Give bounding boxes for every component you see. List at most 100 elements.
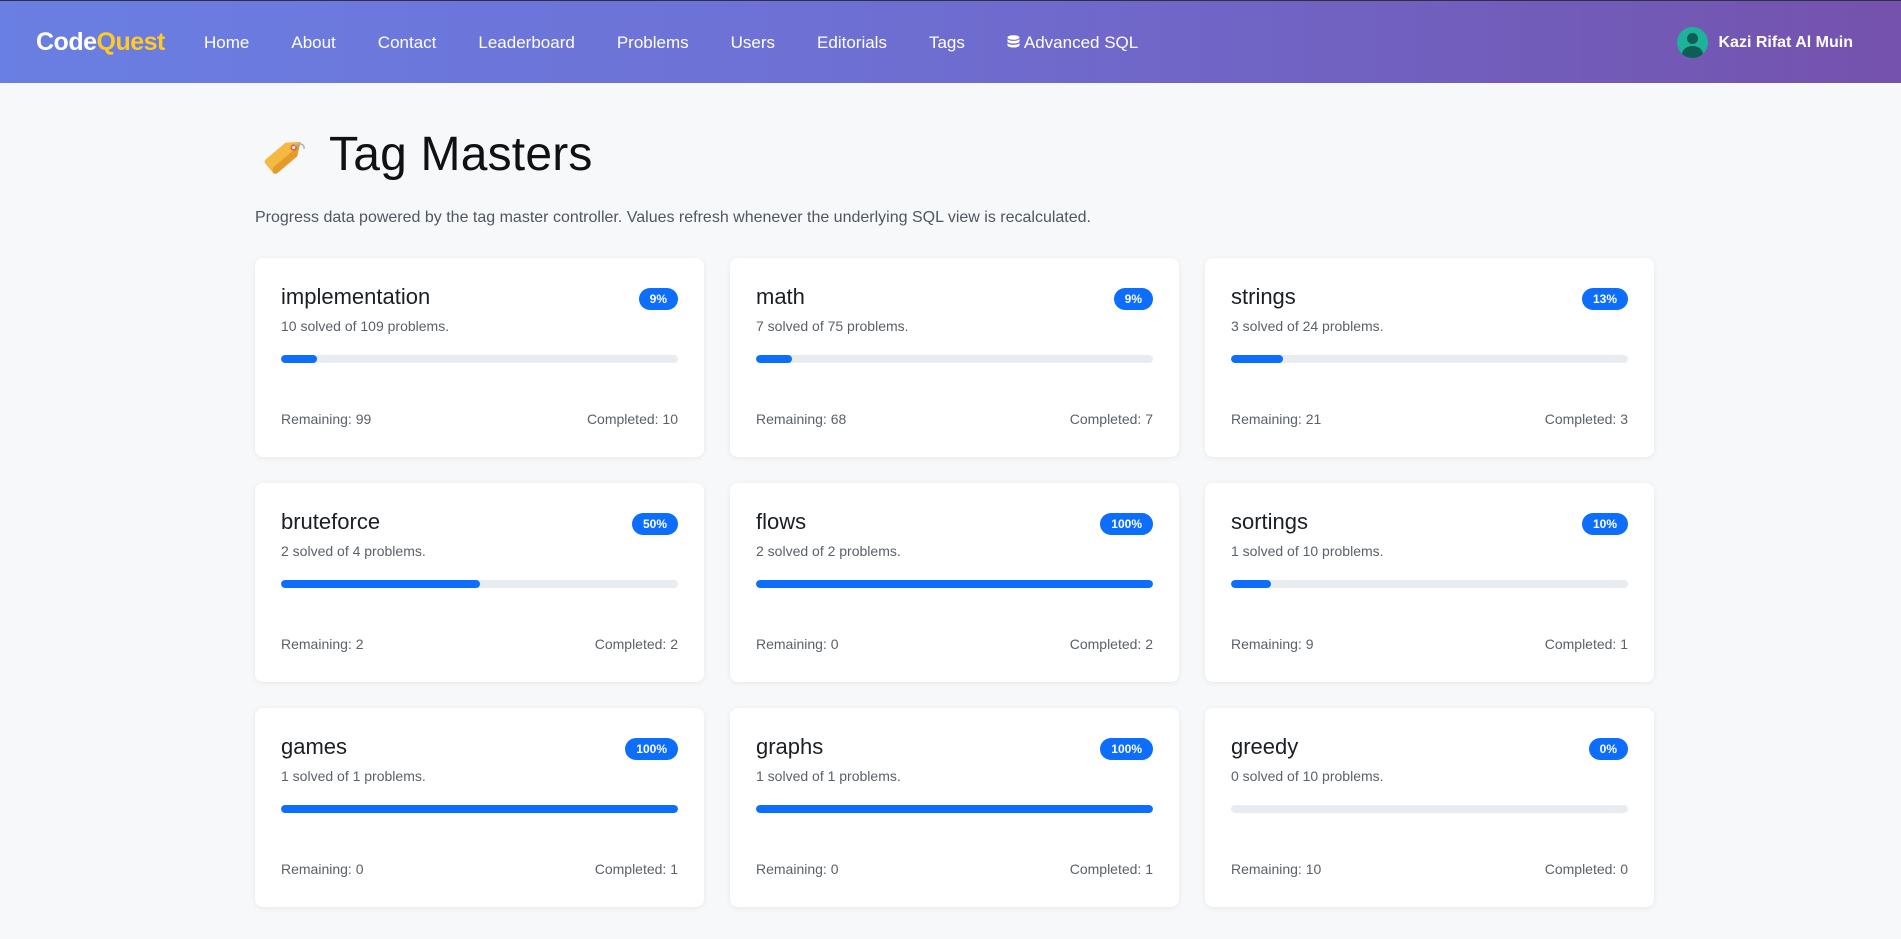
- completed-stat: Completed: 1: [1070, 861, 1153, 877]
- percent-badge: 100%: [625, 738, 678, 760]
- percent-badge: 10%: [1581, 513, 1628, 535]
- progress-fill: [281, 805, 678, 813]
- progress-bar: [281, 580, 678, 588]
- user-avatar-icon: [1677, 27, 1709, 58]
- completed-stat: Completed: 0: [1545, 861, 1628, 877]
- remaining-stat: Remaining: 0: [281, 861, 364, 877]
- remaining-label: Remaining:: [1231, 411, 1306, 427]
- remaining-label: Remaining:: [281, 861, 356, 877]
- remaining-label: Remaining:: [756, 411, 831, 427]
- nav-tags[interactable]: Tags: [929, 33, 965, 53]
- tag-name: math: [756, 284, 805, 309]
- brand-part-1: Code: [36, 28, 97, 56]
- remaining-label: Remaining:: [756, 861, 831, 877]
- brand-part-2: Quest: [96, 28, 166, 56]
- completed-stat: Completed: 2: [1070, 636, 1153, 652]
- tag-name: greedy: [1231, 734, 1299, 759]
- progress-fill: [1231, 580, 1271, 588]
- database-icon: [1007, 35, 1020, 48]
- remaining-label: Remaining:: [1231, 636, 1306, 652]
- completed-value: 1: [1620, 636, 1628, 652]
- solved-summary: 2 solved of 4 problems.: [281, 543, 426, 559]
- tag-card-games[interactable]: games 100% 1 solved of 1 problems. Remai…: [255, 708, 704, 907]
- remaining-value: 2: [355, 636, 364, 652]
- completed-value: 0: [1620, 861, 1628, 877]
- solved-summary: 10 solved of 109 problems.: [281, 318, 450, 334]
- progress-bar: [1231, 355, 1628, 363]
- completed-stat: Completed: 10: [587, 411, 678, 427]
- completed-value: 2: [1145, 636, 1153, 652]
- tag-card-sortings[interactable]: sortings 10% 1 solved of 10 problems. Re…: [1205, 483, 1654, 682]
- nav-users[interactable]: Users: [731, 33, 775, 53]
- progress-bar: [281, 355, 678, 363]
- tag-card-flows[interactable]: flows 100% 2 solved of 2 problems. Remai…: [730, 483, 1179, 682]
- nav-editorials[interactable]: Editorials: [817, 33, 887, 53]
- remaining-stat: Remaining: 21: [1231, 411, 1321, 427]
- progress-fill: [756, 580, 1153, 588]
- tag-card-implementation[interactable]: implementation 9% 10 solved of 109 probl…: [255, 258, 704, 457]
- tag-name: strings: [1231, 284, 1296, 309]
- tag-card-strings[interactable]: strings 13% 3 solved of 24 problems. Rem…: [1205, 258, 1654, 457]
- completed-stat: Completed: 7: [1070, 411, 1153, 427]
- tag-card-grid: implementation 9% 10 solved of 109 probl…: [255, 258, 1654, 907]
- solved-summary: 1 solved of 10 problems.: [1231, 543, 1384, 559]
- solved-summary: 1 solved of 1 problems.: [281, 768, 426, 784]
- remaining-value: 10: [1305, 861, 1322, 877]
- remaining-label: Remaining:: [1231, 861, 1306, 877]
- nav-leaderboard[interactable]: Leaderboard: [478, 33, 574, 53]
- progress-fill: [281, 355, 317, 363]
- remaining-stat: Remaining: 2: [281, 636, 364, 652]
- progress-bar: [281, 805, 678, 813]
- tag-name: games: [281, 734, 348, 759]
- user-menu[interactable]: Kazi Rifat Al Muin: [1677, 27, 1853, 58]
- page-description: Progress data powered by the tag master …: [255, 209, 1091, 226]
- main-content: Tag Masters Progress data powered by the…: [255, 122, 1655, 907]
- percent-badge: 0%: [1588, 738, 1628, 760]
- user-name: Kazi Rifat Al Muin: [1718, 33, 1853, 51]
- completed-value: 1: [670, 861, 678, 877]
- remaining-label: Remaining:: [281, 411, 356, 427]
- solved-summary: 1 solved of 1 problems.: [756, 768, 901, 784]
- remaining-label: Remaining:: [756, 636, 831, 652]
- tag-icon: [264, 141, 305, 174]
- page-title: Tag Masters: [329, 127, 593, 181]
- remaining-stat: Remaining: 0: [756, 861, 839, 877]
- percent-badge: 9%: [1113, 288, 1153, 310]
- completed-label: Completed:: [1544, 636, 1621, 652]
- nav-problems[interactable]: Problems: [617, 33, 689, 53]
- remaining-value: 0: [830, 861, 839, 877]
- solved-summary: 0 solved of 10 problems.: [1231, 768, 1384, 784]
- progress-bar: [756, 805, 1153, 813]
- nav-contact[interactable]: Contact: [378, 33, 437, 53]
- completed-label: Completed:: [586, 411, 663, 427]
- nav-about[interactable]: About: [291, 33, 335, 53]
- tag-name: graphs: [756, 734, 824, 759]
- nav-home[interactable]: Home: [204, 33, 249, 53]
- progress-bar: [1231, 805, 1628, 813]
- nav-advanced-sql[interactable]: Advanced SQL: [1007, 33, 1138, 53]
- progress-bar: [756, 355, 1153, 363]
- percent-badge: 100%: [1100, 738, 1153, 760]
- tag-card-greedy[interactable]: greedy 0% 0 solved of 10 problems. Remai…: [1205, 708, 1654, 907]
- completed-label: Completed:: [1069, 861, 1146, 877]
- percent-badge: 100%: [1100, 513, 1153, 535]
- tag-card-graphs[interactable]: graphs 100% 1 solved of 1 problems. Rema…: [730, 708, 1179, 907]
- solved-summary: 2 solved of 2 problems.: [756, 543, 901, 559]
- remaining-value: 68: [830, 411, 847, 427]
- remaining-value: 0: [830, 636, 839, 652]
- progress-fill: [756, 805, 1153, 813]
- completed-stat: Completed: 3: [1545, 411, 1628, 427]
- nav-advanced-sql-label: Advanced SQL: [1023, 32, 1139, 52]
- remaining-stat: Remaining: 0: [756, 636, 839, 652]
- remaining-stat: Remaining: 10: [1231, 861, 1321, 877]
- completed-value: 1: [1145, 861, 1153, 877]
- tag-card-math[interactable]: math 9% 7 solved of 75 problems. Remaini…: [730, 258, 1179, 457]
- progress-fill: [756, 355, 792, 363]
- remaining-value: 9: [1305, 636, 1314, 652]
- remaining-value: 0: [355, 861, 364, 877]
- brand-logo[interactable]: CodeQuest: [36, 28, 165, 57]
- tag-card-bruteforce[interactable]: bruteforce 50% 2 solved of 4 problems. R…: [255, 483, 704, 682]
- remaining-value: 21: [1305, 411, 1322, 427]
- percent-badge: 50%: [631, 513, 678, 535]
- page-heading: Tag Masters: [255, 122, 1655, 186]
